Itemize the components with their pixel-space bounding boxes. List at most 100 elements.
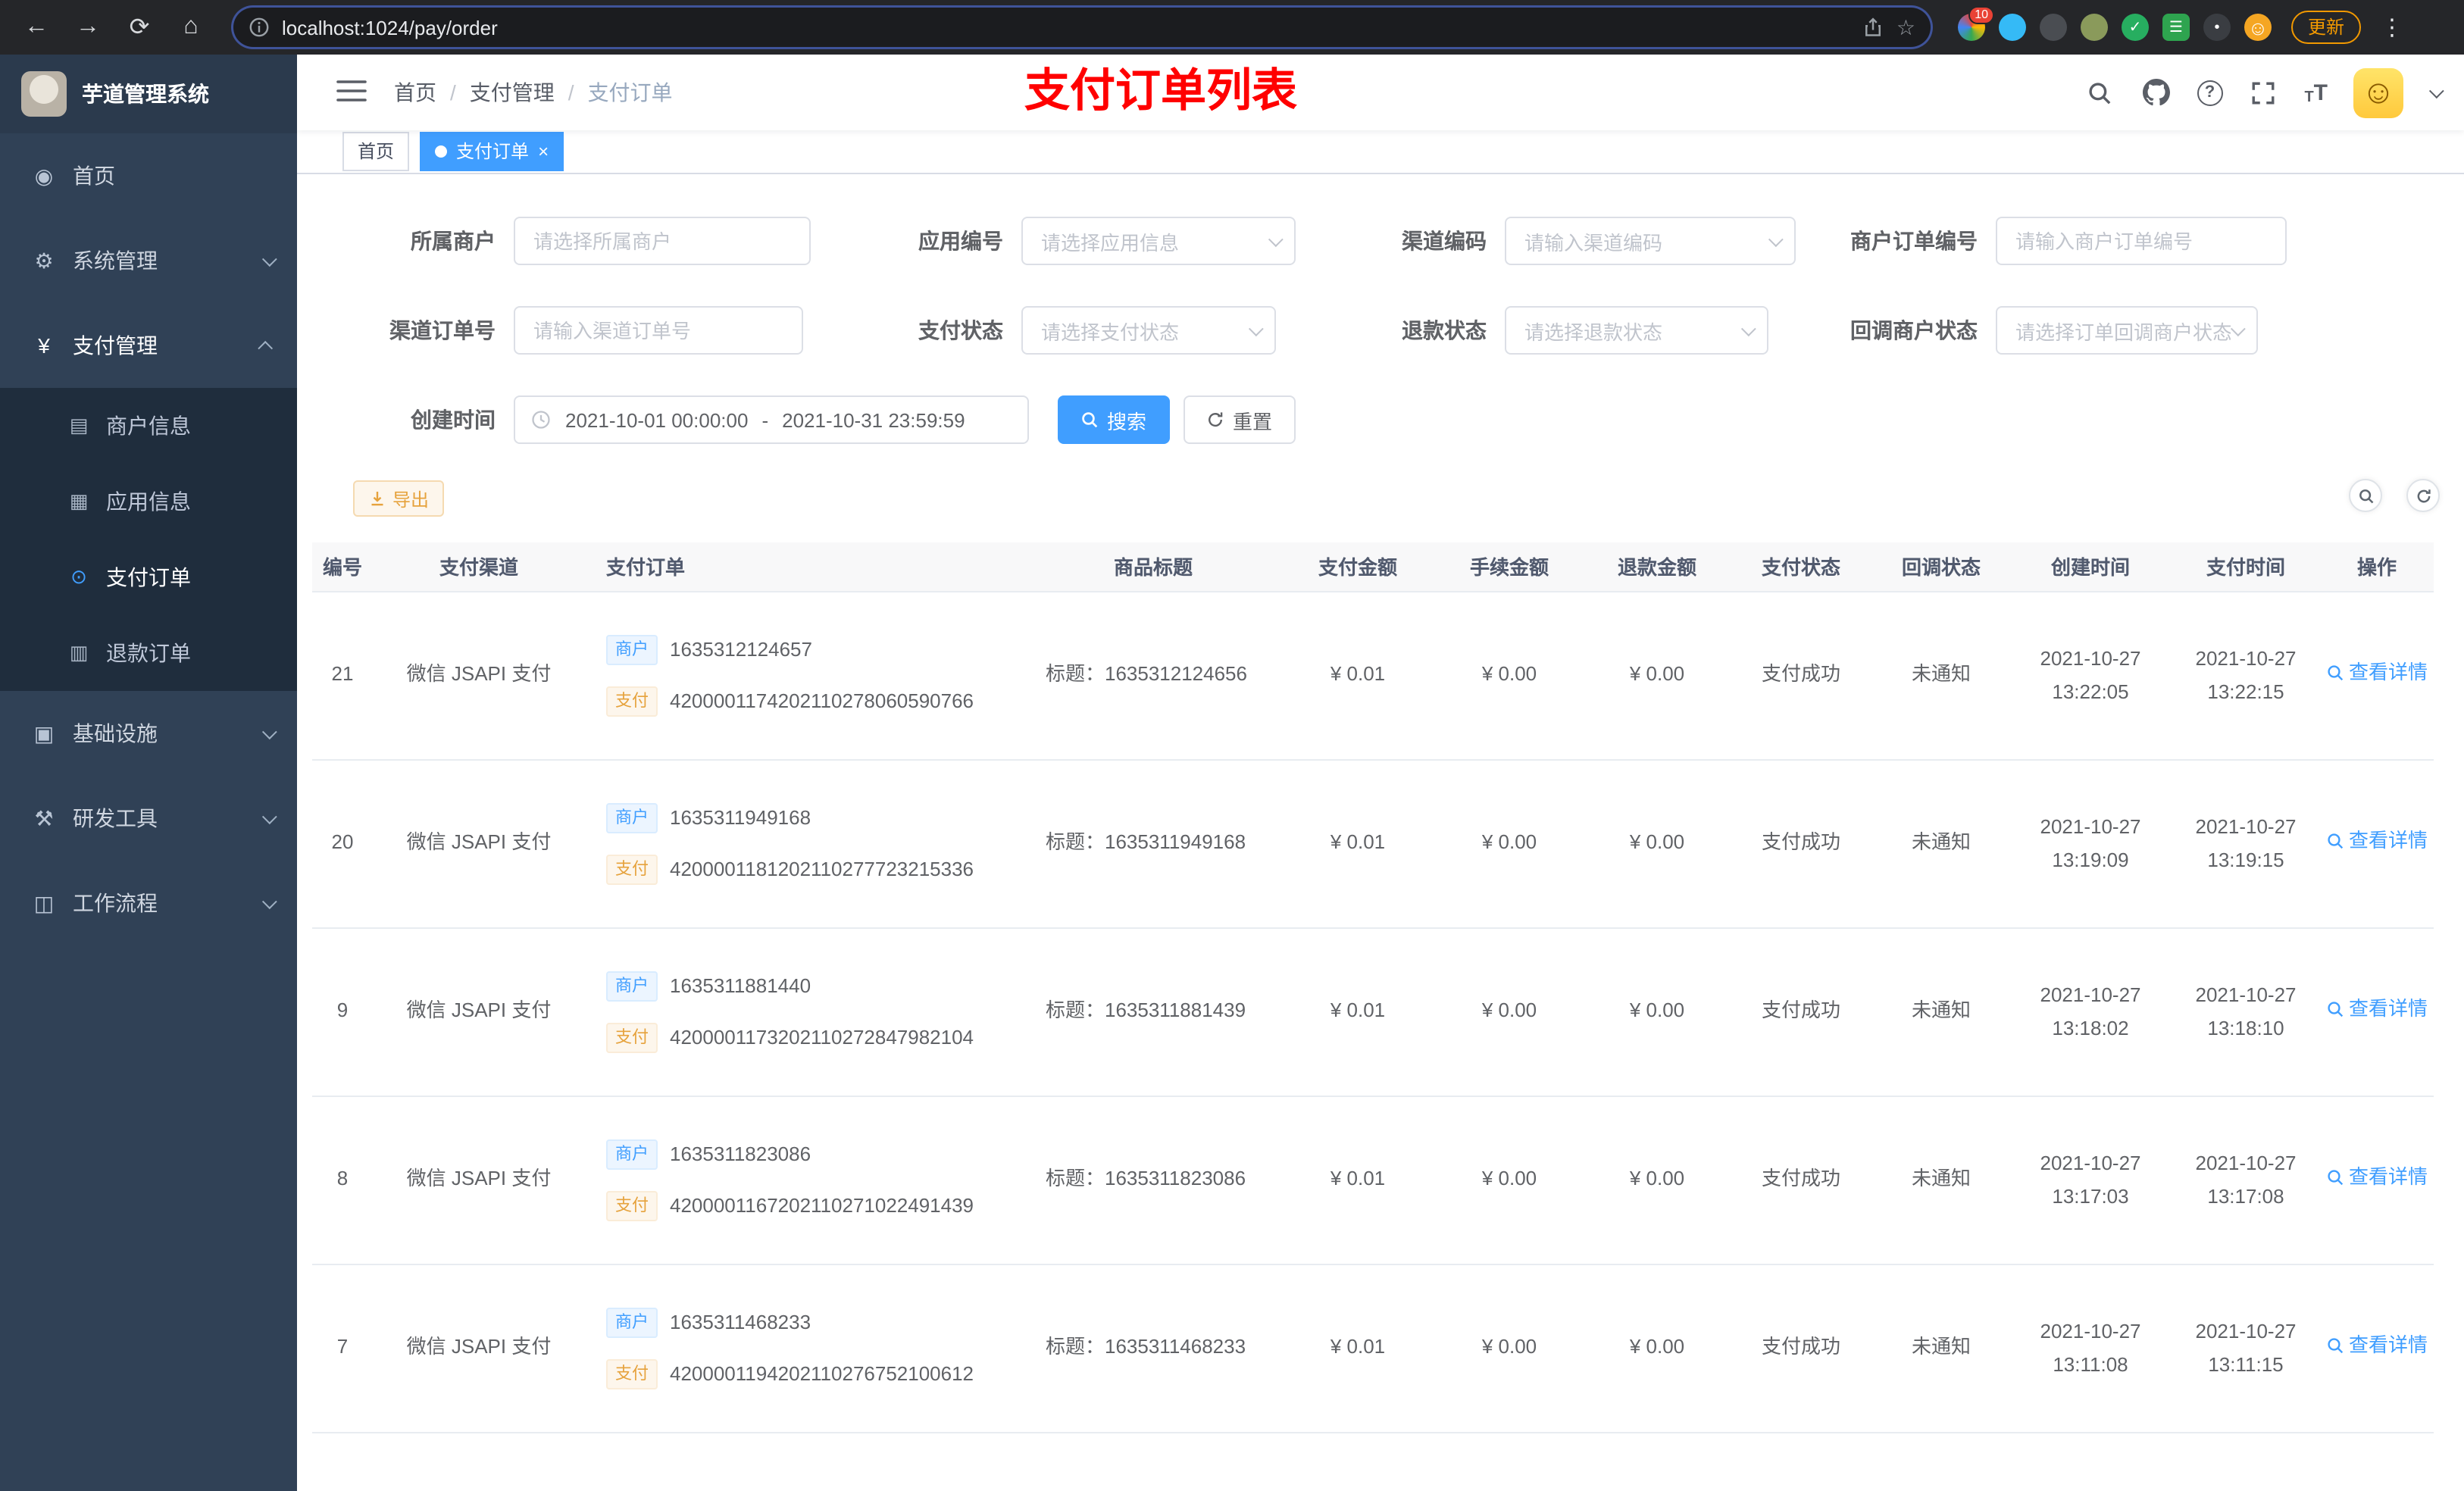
sidebar-item-infra[interactable]: ▣ 基础设施 [0, 691, 297, 776]
col-id: 编号 [312, 542, 373, 592]
sidebar-item-merchant-info[interactable]: ▤ 商户信息 [0, 388, 297, 464]
briefcase-icon: ◫ [33, 890, 55, 914]
yen-icon: ¥ [38, 333, 50, 358]
logo-avatar [21, 71, 67, 117]
document-icon: ▥ [69, 641, 89, 664]
browser-menu-icon[interactable]: ⋮ [2375, 14, 2409, 41]
channel-order-no-input[interactable] [514, 306, 803, 355]
cell-pay-order: 商户 1635311823086 支付 4200001167202110271022… [585, 1096, 1024, 1264]
cell-status: 支付成功 [1729, 927, 1873, 1096]
breadcrumb-home[interactable]: 首页 [394, 77, 436, 108]
extension-icon-colorful[interactable]: 10 [1958, 6, 1994, 41]
browser-refresh-icon[interactable]: ⟳ [118, 6, 161, 48]
cell-status: 支付成功 [1729, 1264, 1873, 1433]
cell-actions: 查看详情 [2320, 591, 2434, 760]
chevron-down-icon [2230, 320, 2246, 336]
cell-refund: ¥ 0.00 [1585, 759, 1729, 928]
view-detail-link[interactable]: 查看详情 [2326, 993, 2428, 1027]
sidebar-item-devtools[interactable]: ⚒ 研发工具 [0, 776, 297, 861]
filter-label-create-time: 创建时间 [411, 408, 496, 432]
share-icon[interactable] [1863, 17, 1884, 38]
merchant-filter-input[interactable] [514, 217, 811, 265]
logo-title: 芋道管理系统 [82, 82, 209, 106]
navbar-actions: ? TT ☺ [2084, 67, 2444, 117]
table-row: 21 微信 JSAPI 支付 商户 1635312124657 支付 4200001… [312, 591, 2434, 760]
reset-button[interactable]: 重置 [1184, 395, 1296, 444]
cell-actions: 查看详情 [2320, 927, 2434, 1096]
col-status: 支付状态 [1729, 542, 1873, 592]
col-pay-order: 支付订单 [585, 542, 1024, 592]
view-detail-link[interactable]: 查看详情 [2326, 825, 2428, 858]
merchant-order-no-input[interactable] [1996, 217, 2287, 265]
filter-label-merchant-order-no: 商户订单编号 [1850, 229, 1978, 253]
sidebar-item-system[interactable]: ⚙ 系统管理 [0, 218, 297, 303]
cell-fee: ¥ 0.00 [1434, 591, 1585, 760]
sidebar-item-refund-order[interactable]: ▥ 退款订单 [0, 615, 297, 691]
bookmark-star-icon[interactable]: ☆ [1896, 14, 1915, 40]
refund-status-filter-select[interactable]: 请选择退款状态 [1505, 306, 1768, 355]
browser-forward-icon[interactable]: → [67, 6, 109, 48]
tab-pay-order[interactable]: 支付订单 × [420, 132, 564, 171]
sidebar-item-pay[interactable]: ¥ 支付管理 [0, 303, 297, 388]
cell-actions: 查看详情 [2320, 759, 2434, 928]
extension-icon-dark[interactable] [2040, 14, 2067, 41]
pay-status-filter-select[interactable]: 请选择支付状态 [1021, 306, 1276, 355]
chevron-down-icon[interactable] [2428, 83, 2444, 98]
merchant-tag: 商户 [606, 1139, 658, 1169]
sidebar-item-home[interactable]: ◉ 首页 [0, 133, 297, 218]
table-row: 7 微信 JSAPI 支付 商户 1635311468233 支付 42000011… [312, 1264, 2434, 1433]
cell-pay-order: 商户 1635311881440 支付 4200001173202110272847… [585, 927, 1024, 1096]
sidebar-item-app-info[interactable]: ▦ 应用信息 [0, 464, 297, 539]
search-button[interactable]: 搜索 [1058, 395, 1170, 444]
channel-code-filter-select[interactable]: 请输入渠道编码 [1505, 217, 1796, 265]
filter-label-merchant: 所属商户 [411, 229, 496, 253]
view-detail-link[interactable]: 查看详情 [2326, 1161, 2428, 1195]
browser-update-button[interactable]: 更新 [2291, 11, 2362, 44]
sidebar-toggle-icon[interactable] [336, 79, 370, 106]
col-title: 商品标题 [1024, 542, 1282, 592]
tab-close-icon[interactable]: × [538, 142, 549, 161]
cell-create-time: 2021-10-27 13:19:09 [2009, 759, 2172, 928]
create-time-range-input[interactable]: 2021-10-01 00:00:00 - 2021-10-31 23:59:5… [514, 395, 1029, 444]
export-button[interactable]: 导出 [353, 480, 445, 517]
extension-icon-green-chat[interactable]: ☰ [2162, 14, 2190, 41]
merchant-tag: 商户 [606, 802, 658, 833]
app-logo[interactable]: 芋道管理系统 [0, 55, 297, 133]
extension-icon-blue[interactable] [1999, 14, 2026, 41]
extensions-pin-icon[interactable]: • [2203, 14, 2231, 41]
address-bar[interactable]: localhost:1024/pay/order ☆ [233, 8, 1931, 47]
search-icon[interactable] [2084, 77, 2115, 108]
user-avatar[interactable]: ☺ [2353, 67, 2403, 117]
github-icon[interactable] [2140, 77, 2171, 108]
extension-icon-olive[interactable] [2081, 14, 2108, 41]
breadcrumb-pay[interactable]: 支付管理 [470, 77, 555, 108]
fullscreen-icon[interactable] [2248, 77, 2278, 108]
cell-notify: 未通知 [1873, 759, 2009, 928]
sidebar: 芋道管理系统 ◉ 首页 ⚙ 系统管理 ¥ 支付管理 ▤ 商户信息 ▦ 应用信息 … [0, 55, 297, 1491]
cell-id: 21 [312, 591, 373, 760]
toggle-search-button[interactable] [2349, 479, 2382, 512]
site-info-icon[interactable] [249, 17, 270, 38]
sidebar-item-pay-order[interactable]: ⊙ 支付订单 [0, 539, 297, 615]
help-icon[interactable]: ? [2197, 80, 2223, 105]
table-row: 9 微信 JSAPI 支付 商户 1635311881440 支付 42000011… [312, 927, 2434, 1096]
browser-back-icon[interactable]: ← [15, 6, 58, 48]
extension-icon-green-check[interactable]: ✓ [2122, 14, 2149, 41]
cell-refund: ¥ 0.00 [1585, 1264, 1729, 1433]
refresh-table-button[interactable] [2406, 479, 2440, 512]
tab-home[interactable]: 首页 [342, 132, 410, 171]
view-detail-link[interactable]: 查看详情 [2326, 657, 2428, 690]
extension-icon-emoji[interactable]: ☺ [2244, 14, 2272, 41]
screen: ← → ⟳ ⌂ localhost:1024/pay/order ☆ 10 ✓ … [0, 0, 2464, 1491]
sidebar-item-workflow[interactable]: ◫ 工作流程 [0, 861, 297, 946]
view-detail-link[interactable]: 查看详情 [2326, 1330, 2428, 1363]
font-size-icon[interactable]: TT [2304, 80, 2328, 105]
app-filter-select[interactable]: 请选择应用信息 [1021, 217, 1296, 265]
cell-id: 20 [312, 759, 373, 928]
filter-label-refund-status: 退款状态 [1402, 318, 1487, 342]
browser-home-icon[interactable]: ⌂ [170, 6, 212, 48]
pay-tag: 支付 [606, 686, 658, 716]
cell-channel: 微信 JSAPI 支付 [373, 927, 585, 1096]
target-icon: ⊙ [70, 565, 87, 588]
notify-status-filter-select[interactable]: 请选择订单回调商户状态 [1996, 306, 2258, 355]
